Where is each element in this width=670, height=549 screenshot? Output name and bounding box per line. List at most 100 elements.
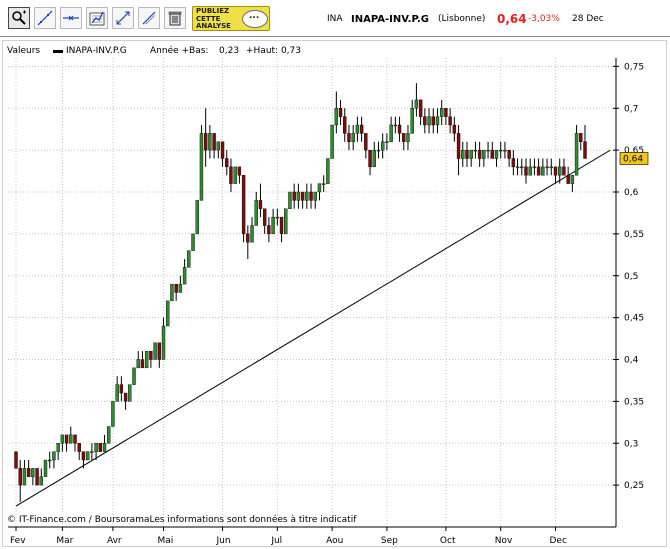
candle-body xyxy=(14,451,18,469)
candle-body xyxy=(73,434,77,444)
candle-body xyxy=(107,426,111,444)
candle-body xyxy=(326,158,330,184)
candle-body xyxy=(515,166,520,169)
candle-body xyxy=(22,468,27,486)
y-tick-label: 0,3 xyxy=(624,439,638,449)
x-tick-label: Mar xyxy=(56,536,73,546)
candle-body xyxy=(132,367,136,385)
candle-body xyxy=(347,133,351,142)
candle-body xyxy=(317,183,322,193)
candle-body xyxy=(182,267,187,285)
candle-body xyxy=(574,133,579,176)
candle-body xyxy=(300,191,305,201)
candle-body xyxy=(140,359,145,369)
candle-body xyxy=(461,149,465,159)
candle-body xyxy=(35,468,39,486)
candle-body xyxy=(199,133,204,201)
candle-body xyxy=(321,183,326,185)
candle-body xyxy=(39,476,43,486)
candle-body xyxy=(583,141,587,159)
candle-body xyxy=(330,124,334,159)
candle-body xyxy=(77,443,81,452)
candle-body xyxy=(119,384,124,394)
candle-body xyxy=(511,158,516,168)
candle-body xyxy=(149,350,153,360)
candle-body xyxy=(334,108,339,126)
candle-body xyxy=(545,166,549,169)
y-tick-label: 0,35 xyxy=(624,397,644,407)
candle-body xyxy=(456,133,461,159)
candle-body xyxy=(296,191,301,201)
candle-body xyxy=(507,149,511,159)
candle-body xyxy=(444,108,448,117)
x-tick-label: Jul xyxy=(270,536,282,546)
candle-body xyxy=(305,191,309,201)
candle-body xyxy=(85,451,90,461)
candle-body xyxy=(372,149,376,168)
candle-body xyxy=(351,133,355,142)
candle-body xyxy=(452,124,457,134)
x-tick-label: Jun xyxy=(216,536,231,546)
candle-body xyxy=(503,149,507,152)
candle-body xyxy=(423,116,427,126)
x-tick-label: Avr xyxy=(107,536,122,546)
candle-body xyxy=(418,99,423,117)
candle-body xyxy=(56,443,60,452)
candle-body xyxy=(570,175,575,184)
candle-body xyxy=(48,459,52,462)
x-tick-label: Mai xyxy=(158,536,174,546)
candle-body xyxy=(26,468,31,477)
candle-body xyxy=(528,166,532,176)
candle-body xyxy=(558,166,562,176)
candle-body xyxy=(258,200,263,209)
candle-body xyxy=(18,468,22,486)
candle-body xyxy=(380,141,385,151)
candle-body xyxy=(553,166,558,176)
candle-body xyxy=(60,434,65,444)
candle-body xyxy=(406,133,410,142)
y-tick-label: 0,55 xyxy=(624,230,644,240)
candle-body xyxy=(414,99,419,109)
candle-body xyxy=(81,451,86,461)
candle-body xyxy=(271,216,275,235)
y-tick-label: 0,6 xyxy=(624,188,639,198)
candle-body xyxy=(477,149,482,159)
candle-body xyxy=(562,166,566,176)
candle-body xyxy=(473,149,478,152)
candle-body xyxy=(136,359,140,369)
candle-body xyxy=(111,401,115,427)
candle-body xyxy=(43,459,48,477)
candle-body xyxy=(482,149,486,159)
candle-body xyxy=(524,166,528,176)
candle-body xyxy=(368,149,372,168)
x-tick-label: Dec xyxy=(549,536,566,546)
candle-body xyxy=(174,283,178,293)
candle-body xyxy=(402,133,406,142)
candle-body xyxy=(170,283,174,302)
price-chart[interactable]: 0,250,30,350,40,450,50,550,60,650,70,75F… xyxy=(0,0,670,549)
candle-body xyxy=(309,191,313,201)
candle-body xyxy=(69,434,73,444)
candle-body xyxy=(389,124,393,142)
candle-body xyxy=(566,175,570,184)
candle-body xyxy=(338,108,343,117)
candle-body xyxy=(393,124,398,127)
candle-body xyxy=(469,149,473,159)
credit-text: © IT-Finance.com / BoursoramaLes informa… xyxy=(7,515,357,525)
candle-body xyxy=(499,149,503,152)
x-tick-label: Fev xyxy=(10,536,26,546)
candle-body xyxy=(532,166,537,169)
candle-body xyxy=(397,124,402,134)
candle-body xyxy=(279,216,284,235)
candle-body xyxy=(233,166,237,184)
x-tick-label: Sep xyxy=(381,536,398,546)
candle-body xyxy=(541,166,545,176)
x-tick-label: Oct xyxy=(440,536,456,546)
candle-body xyxy=(115,384,119,402)
candle-body xyxy=(313,191,317,201)
candle-body xyxy=(64,434,69,444)
candle-body xyxy=(98,443,102,452)
candle-body xyxy=(153,342,157,360)
candle-body xyxy=(275,216,280,219)
candle-body xyxy=(288,191,292,209)
